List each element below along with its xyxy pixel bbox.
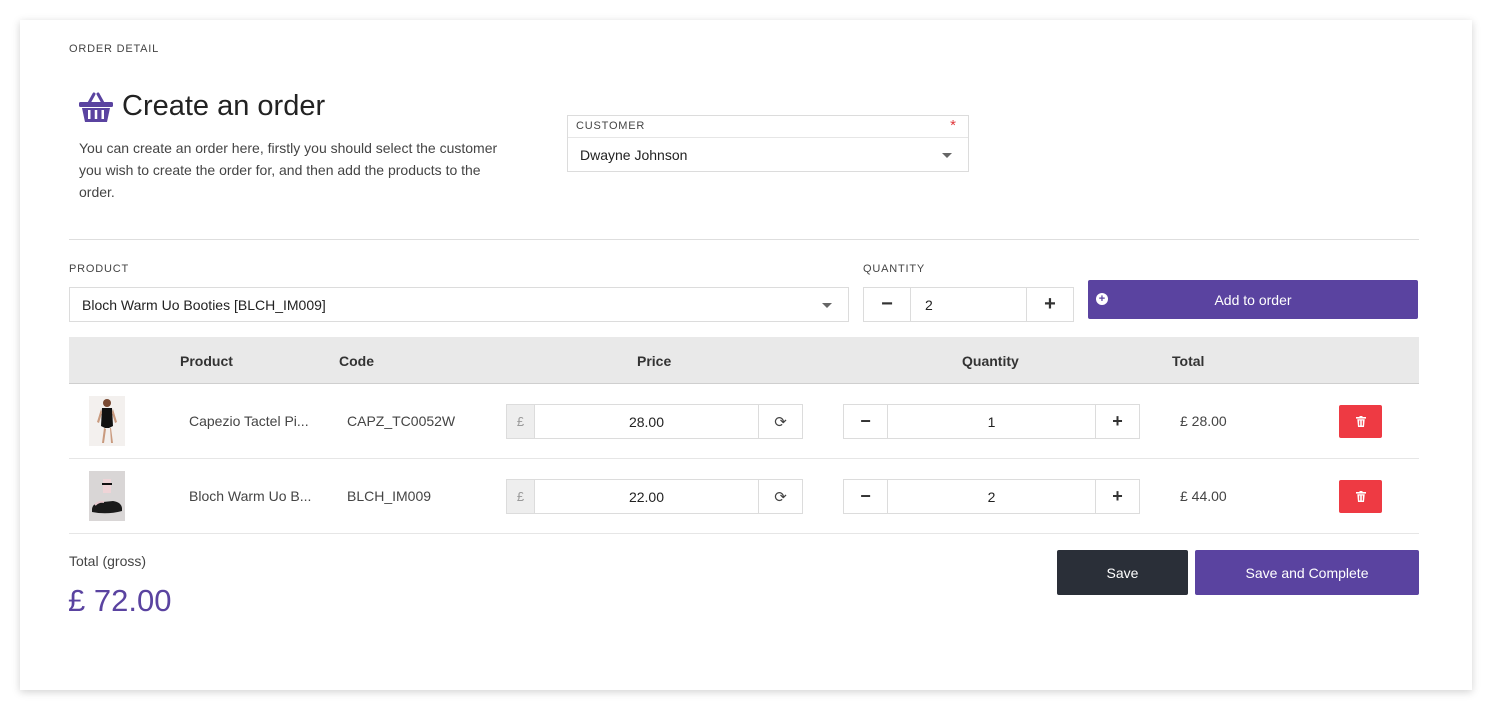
- product-select[interactable]: Bloch Warm Uo Booties [BLCH_IM009]: [69, 287, 849, 322]
- row-quantity-increment-button[interactable]: +: [1096, 405, 1139, 438]
- column-header-code: Code: [339, 353, 374, 369]
- quantity-input[interactable]: 2: [910, 288, 1027, 321]
- product-thumbnail: [89, 396, 125, 446]
- row-quantity-input[interactable]: 1: [887, 405, 1096, 438]
- delete-row-button[interactable]: [1339, 405, 1382, 438]
- row-total: £ 44.00: [1180, 488, 1227, 504]
- currency-addon: £: [507, 405, 535, 438]
- refresh-price-button[interactable]: ⟳: [758, 404, 803, 439]
- caret-down-icon: [822, 302, 832, 308]
- title-row: Create an order: [78, 90, 325, 123]
- product-thumbnail: [89, 471, 125, 521]
- refresh-icon: ⟳: [774, 413, 787, 431]
- row-quantity-increment-button[interactable]: +: [1096, 480, 1139, 513]
- table-row: Capezio Tactel Pi... CAPZ_TC0052W £ 28.0…: [69, 384, 1419, 459]
- save-button[interactable]: Save: [1057, 550, 1188, 595]
- quantity-increment-button[interactable]: +: [1027, 288, 1073, 321]
- row-quantity-stepper: − 1 +: [843, 404, 1140, 439]
- price-input[interactable]: 22.00: [535, 480, 758, 513]
- refresh-icon: ⟳: [774, 488, 787, 506]
- product-name: Bloch Warm Uo B...: [189, 488, 312, 504]
- column-header-price: Price: [637, 353, 672, 369]
- customer-select-value: Dwayne Johnson: [580, 146, 688, 163]
- price-input[interactable]: 28.00: [535, 405, 758, 438]
- page-description: You can create an order here, firstly yo…: [79, 140, 498, 200]
- page-title: Create an order: [122, 90, 326, 122]
- save-and-complete-button[interactable]: Save and Complete: [1195, 550, 1419, 595]
- row-total: £ 28.00: [1180, 413, 1227, 429]
- plus-circle-icon: +: [1096, 293, 1108, 305]
- product-code: CAPZ_TC0052W: [347, 413, 456, 429]
- column-header-total: Total: [1172, 353, 1205, 369]
- currency-addon: £: [507, 480, 535, 513]
- customer-label: CUSTOMER: [576, 120, 646, 132]
- trash-icon: [1355, 416, 1366, 427]
- row-quantity-decrement-button[interactable]: −: [844, 405, 887, 438]
- refresh-price-button[interactable]: ⟳: [758, 479, 803, 514]
- section-label: ORDER DETAIL: [69, 43, 160, 55]
- quantity-decrement-button[interactable]: −: [864, 288, 910, 321]
- basket-icon: [79, 92, 113, 122]
- caret-down-icon: [942, 152, 952, 158]
- quantity-stepper: − 2 +: [863, 287, 1074, 322]
- table-header: Product Code Price Quantity Total: [69, 337, 1419, 384]
- product-name: Capezio Tactel Pi...: [189, 413, 309, 429]
- table-row: Bloch Warm Uo B... BLCH_IM009 £ 22.00 ⟳ …: [69, 459, 1419, 534]
- column-header-quantity: Quantity: [962, 353, 1019, 369]
- total-value: £ 72.00: [68, 583, 172, 618]
- divider: [69, 239, 1419, 240]
- delete-row-button[interactable]: [1339, 480, 1382, 513]
- trash-icon: [1355, 491, 1366, 502]
- add-to-order-label: Add to order: [1214, 291, 1292, 308]
- required-marker: *: [950, 117, 956, 134]
- total-label: Total (gross): [69, 553, 147, 569]
- product-select-value: Bloch Warm Uo Booties [BLCH_IM009]: [82, 296, 326, 313]
- quantity-label: QUANTITY: [863, 263, 926, 275]
- row-quantity-input[interactable]: 2: [887, 480, 1096, 513]
- row-quantity-decrement-button[interactable]: −: [844, 480, 887, 513]
- product-label: PRODUCT: [69, 263, 129, 275]
- product-code: BLCH_IM009: [347, 488, 432, 504]
- column-header-product: Product: [180, 353, 233, 369]
- add-to-order-button[interactable]: + Add to order: [1088, 280, 1418, 319]
- customer-select[interactable]: Dwayne Johnson: [568, 137, 968, 171]
- order-detail-card: ORDER DETAIL Create an order You can cre…: [20, 20, 1472, 690]
- row-quantity-stepper: − 2 +: [843, 479, 1140, 514]
- customer-field: CUSTOMER * Dwayne Johnson: [567, 115, 969, 172]
